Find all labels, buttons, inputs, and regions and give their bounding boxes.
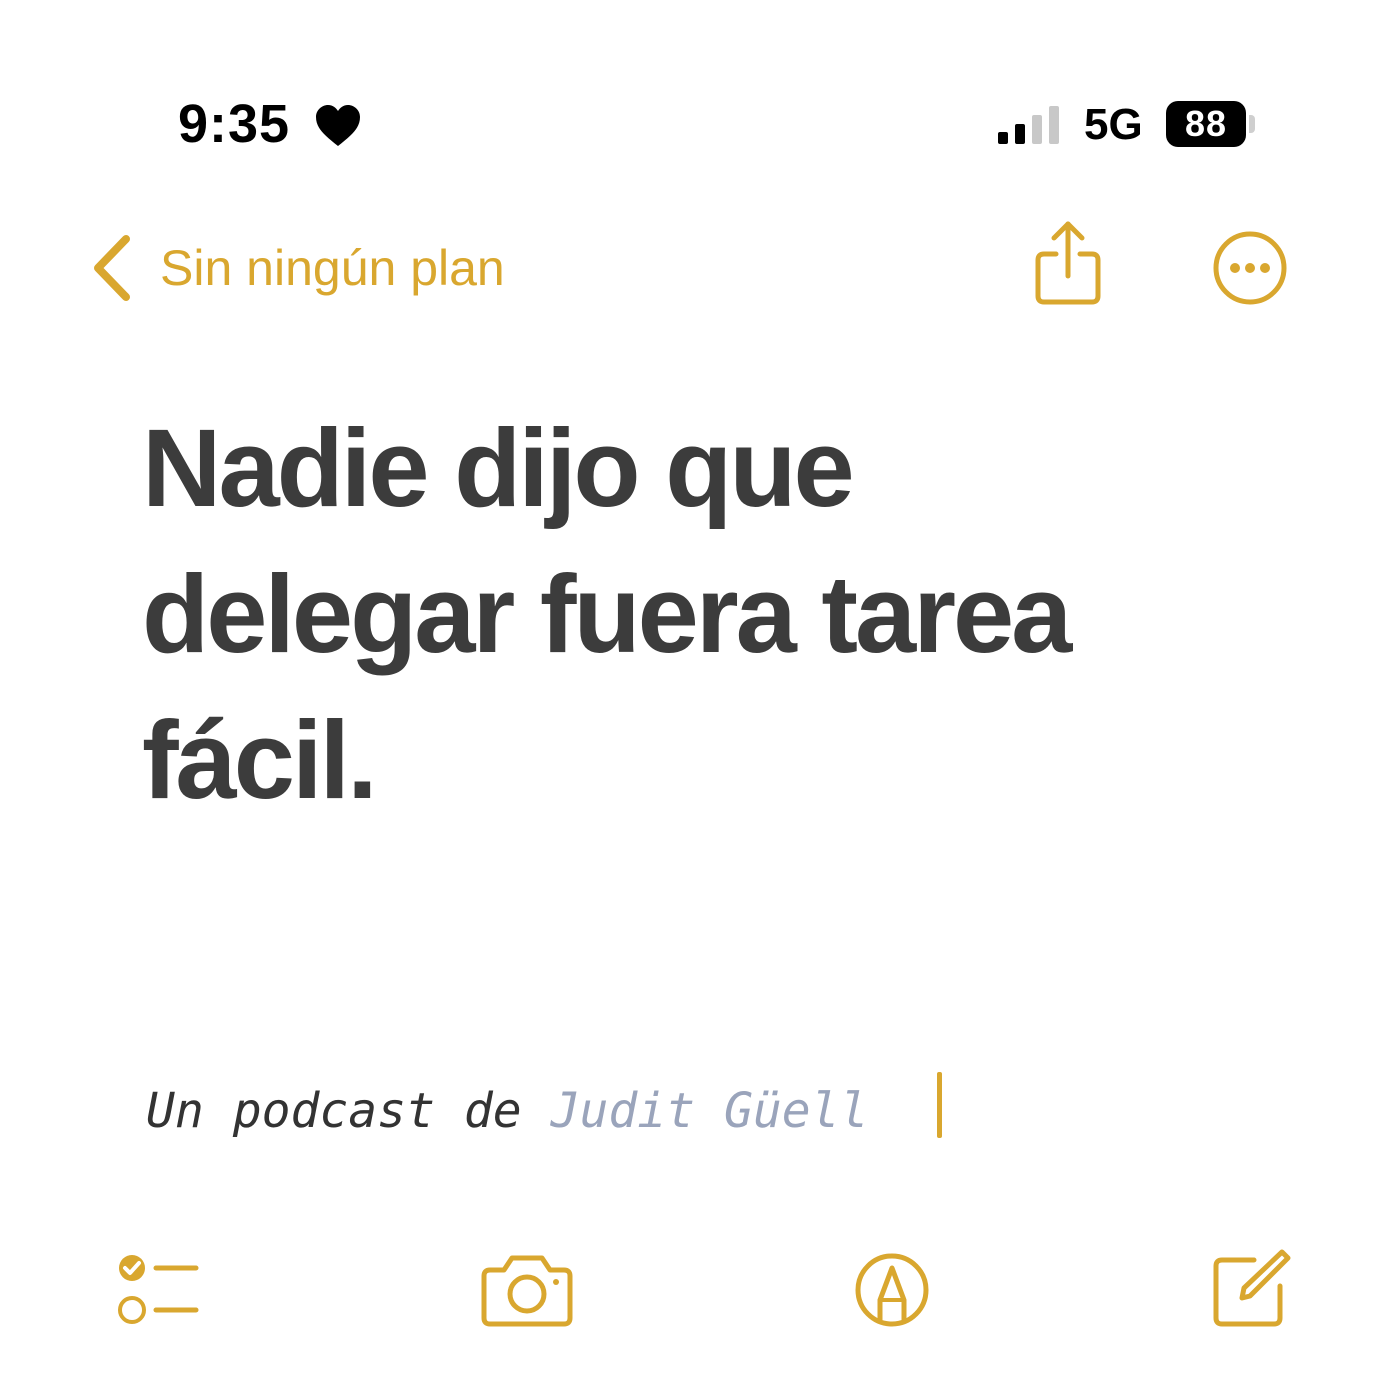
text-cursor	[937, 1072, 942, 1138]
more-icon[interactable]	[1208, 228, 1292, 312]
share-icon[interactable]	[1028, 218, 1108, 310]
heart-icon	[316, 105, 360, 146]
status-time: 9:35	[178, 94, 291, 154]
markup-icon[interactable]	[850, 1250, 934, 1330]
note-title[interactable]: Nadie dijo que delegar fuera tarea fácil…	[142, 396, 1322, 834]
note-title-line-1: Nadie dijo que	[142, 407, 855, 530]
back-button-label: Sin ningún plan	[160, 240, 505, 296]
battery-nub	[1249, 115, 1255, 133]
byline-author: Judit Güell	[550, 1083, 869, 1139]
byline-prefix: Un podcast de	[146, 1083, 551, 1139]
network-type: 5G	[1084, 100, 1143, 149]
cellular-signal-icon	[998, 106, 1059, 144]
note-title-line-2: delegar fuera tarea	[142, 553, 1072, 676]
chevron-left-icon	[94, 235, 130, 301]
checklist-icon[interactable]	[112, 1250, 202, 1330]
battery-icon: 88	[1166, 101, 1246, 147]
note-byline[interactable]: Un podcast de Judit Güell	[146, 1076, 868, 1146]
compose-icon[interactable]	[1208, 1246, 1292, 1330]
back-button[interactable]: Sin ningún plan	[82, 226, 552, 310]
camera-icon[interactable]	[480, 1250, 574, 1330]
note-title-line-3: fácil.	[142, 699, 378, 822]
